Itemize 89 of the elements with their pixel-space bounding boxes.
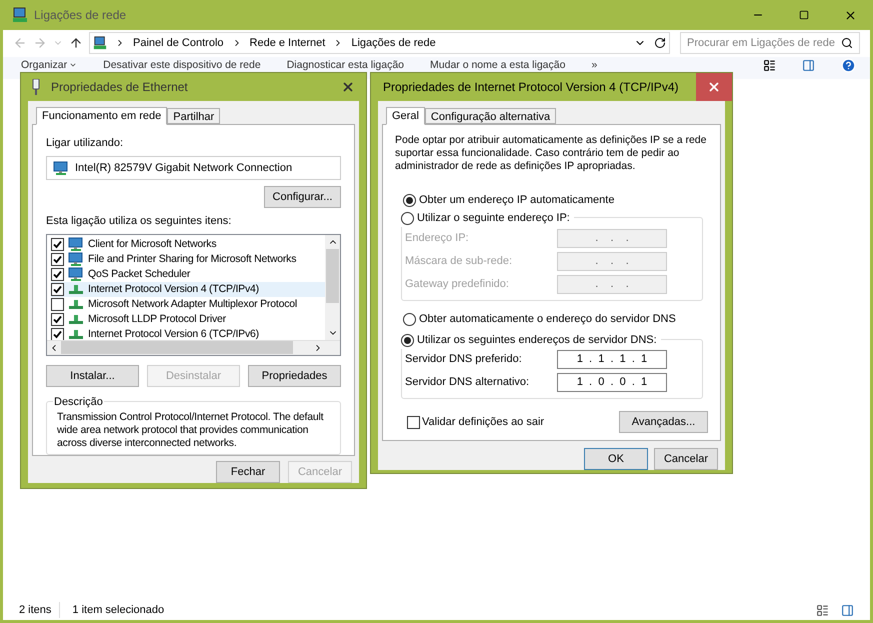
- dns-address-field[interactable]: 1 . 1 . 1 . 1: [557, 350, 667, 369]
- protocol-icon: [68, 284, 84, 294]
- dialog-button[interactable]: Cancelar: [654, 448, 718, 470]
- tab[interactable]: Geral: [386, 107, 425, 125]
- list-item[interactable]: Client for Microsoft Networks: [51, 236, 325, 252]
- vertical-scrollbar[interactable]: [325, 234, 340, 340]
- checkbox[interactable]: [51, 328, 64, 340]
- refresh-icon[interactable]: [654, 37, 666, 49]
- network-monitor-icon: [68, 252, 84, 266]
- checkbox[interactable]: [51, 268, 64, 281]
- tiles-view-icon[interactable]: [841, 604, 854, 616]
- description-text: Transmission Control Protocol/Internet Protocol. The default wide area network protocol that provides communication across diverse interconnected networks.: [57, 410, 324, 450]
- horizontal-scrollbar[interactable]: [47, 340, 340, 355]
- close-icon: [341, 80, 355, 94]
- radio-label: Utilizar o seguinte endereço IP:: [417, 211, 570, 226]
- close-icon: [844, 8, 856, 22]
- intro-text: Pode optar por atribuir automaticamente as definições IP se a rede suportar essa funcionalidade. Caso contrário tem de pedir ao administrador de rede as definições IP apropriadas.: [395, 134, 708, 173]
- tab[interactable]: Partilhar: [167, 108, 220, 124]
- breadcrumb[interactable]: Rede e Internet: [250, 34, 326, 52]
- help-icon[interactable]: [841, 58, 856, 72]
- protocol-icon: [68, 299, 84, 310]
- checkbox[interactable]: [51, 282, 64, 296]
- address-bar[interactable]: Painel de Controlo Rede e Internet Ligações de rede: [89, 32, 670, 54]
- radio-button[interactable]: [401, 212, 414, 225]
- breadcrumb[interactable]: Painel de Controlo: [133, 34, 224, 52]
- close-button[interactable]: [696, 73, 732, 101]
- dns-address-field[interactable]: 1 . 0 . 0 . 1: [557, 373, 667, 392]
- list-item[interactable]: File and Printer Sharing for Microsoft Networks: [51, 252, 325, 267]
- details-view-icon[interactable]: [816, 604, 829, 616]
- checkbox[interactable]: [51, 252, 64, 266]
- list-item[interactable]: Microsoft LLDP Protocol Driver: [51, 312, 325, 327]
- checkbox[interactable]: [51, 238, 64, 251]
- view-icon[interactable]: [763, 58, 776, 72]
- caret-icon: [69, 61, 78, 69]
- network-monitor-icon: [68, 267, 84, 282]
- checkbox-label: Validar definições ao sair: [422, 414, 544, 430]
- radio-button[interactable]: [403, 312, 416, 326]
- protocol-icon: [68, 314, 84, 324]
- search-icon: [841, 37, 853, 49]
- up-icon[interactable]: [69, 36, 83, 50]
- list-item[interactable]: Internet Protocol Version 6 (TCP/IPv6): [51, 326, 325, 340]
- radio-button[interactable]: [403, 194, 416, 206]
- protocol-icon: [68, 329, 84, 340]
- breadcrumb[interactable]: Ligações de rede: [351, 34, 436, 52]
- radio-label: Utilizar os seguintes endereços de servidor DNS:: [417, 333, 657, 348]
- adapter-field: Intel(R) 82579V Gigabit Network Connection: [46, 156, 341, 180]
- field-label: Servidor DNS alternativo:: [405, 375, 530, 390]
- list-item[interactable]: QoS Packet Scheduler: [51, 266, 325, 282]
- toolbar-item[interactable]: »: [591, 59, 598, 71]
- checkbox[interactable]: [51, 298, 64, 311]
- field-label: Gateway predefinido:: [405, 277, 510, 292]
- radio-label: Obter um endereço IP automaticamente: [419, 192, 614, 208]
- toolbar-item[interactable]: Mudar o nome a esta ligação: [430, 59, 566, 71]
- dialog-title: Propriedades de Internet Protocol Version 4 (TCP/IPv4): [383, 79, 680, 96]
- search-field[interactable]: Procurar em Ligações de rede: [680, 32, 860, 54]
- tab[interactable]: Funcionamento em rede: [36, 107, 168, 125]
- preview-pane-icon[interactable]: [802, 58, 815, 72]
- toolbar-item[interactable]: Desativar este dispositivo de rede: [103, 59, 261, 71]
- ethernet-plug-icon: [31, 79, 41, 95]
- network-folder-icon: [93, 36, 107, 50]
- window-title: Ligações de rede: [34, 7, 128, 24]
- connect-using-label: Ligar utilizando:: [46, 136, 124, 151]
- tab[interactable]: Configuração alternativa: [424, 108, 556, 124]
- network-monitor-icon: [53, 160, 69, 175]
- status-selection: 1 item selecionado: [72, 602, 166, 618]
- field-label: Servidor DNS preferido:: [405, 352, 523, 368]
- close-icon: [707, 80, 721, 94]
- toolbar-item[interactable]: Diagnosticar esta ligação: [286, 59, 404, 71]
- list-action-button[interactable]: Instalar...: [46, 364, 139, 387]
- field-label: Endereço IP:: [405, 231, 470, 246]
- configure-button[interactable]: Configurar...: [264, 186, 341, 208]
- status-count: 2 itens: [19, 602, 60, 618]
- checkbox[interactable]: [51, 312, 64, 326]
- network-folder-icon: [12, 7, 28, 23]
- radio-label: Obter automaticamente o endereço do servidor DNS: [419, 312, 676, 327]
- toolbar-item[interactable]: Organizar: [21, 59, 78, 71]
- maximize-icon: [799, 10, 809, 20]
- advanced-button[interactable]: Avançadas...: [619, 411, 708, 433]
- radio-button[interactable]: [401, 334, 414, 347]
- field-label: Máscara de sub-rede:: [405, 254, 513, 270]
- list-item[interactable]: Internet Protocol Version 4 (TCP/IPv4): [51, 282, 325, 297]
- dialog-button[interactable]: Fechar: [216, 461, 280, 483]
- list-item[interactable]: Microsoft Network Adapter Multiplexor Protocol: [51, 296, 325, 312]
- network-monitor-icon: [68, 237, 84, 252]
- checkbox[interactable]: [407, 416, 420, 428]
- dialog-button[interactable]: OK: [584, 448, 648, 470]
- dialog-title: Propriedades de Ethernet: [51, 79, 189, 96]
- list-action-button[interactable]: Propriedades: [248, 364, 341, 387]
- items-label: Esta ligação utiliza os seguintes itens:: [46, 214, 232, 230]
